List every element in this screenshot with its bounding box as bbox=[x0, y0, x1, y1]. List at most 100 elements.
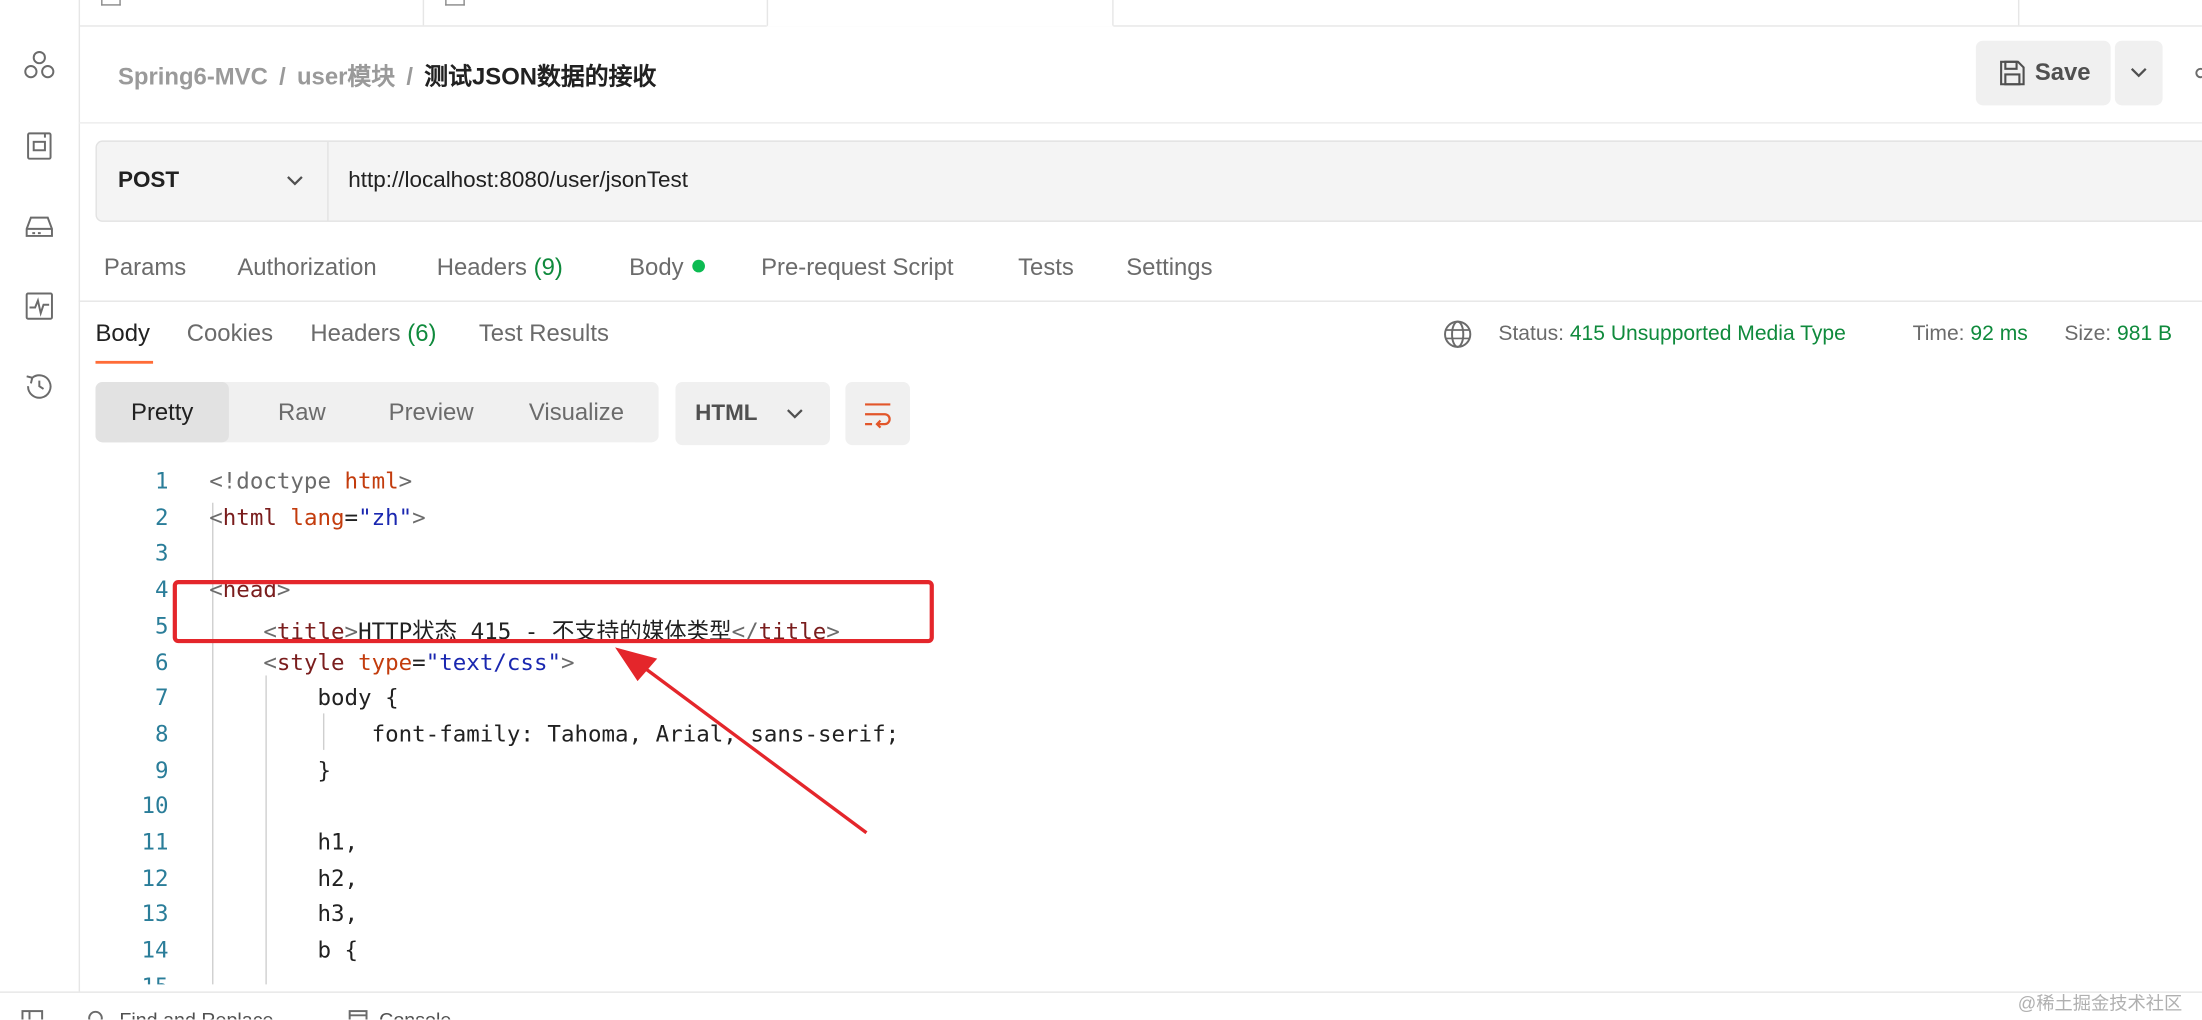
save-button[interactable]: Save bbox=[1975, 40, 2111, 106]
format-select[interactable]: HTML bbox=[675, 381, 830, 446]
line-number: 15 bbox=[84, 973, 168, 985]
code-line: 3 bbox=[84, 540, 1769, 576]
annotation-arrow bbox=[615, 647, 868, 835]
line-number: 3 bbox=[154, 539, 169, 567]
status-value: 415 Unsupported Media Type bbox=[1569, 321, 1846, 346]
view-pretty[interactable]: Pretty bbox=[95, 381, 229, 443]
tab-tests[interactable]: Tests bbox=[1018, 254, 1074, 282]
line-number: 10 bbox=[141, 792, 169, 820]
watermark: @稀土掘金技术社区 bbox=[2017, 992, 2183, 1014]
code-text: h3, bbox=[209, 900, 359, 928]
code-text: h2, bbox=[209, 864, 359, 892]
code-line: 15 bbox=[84, 973, 1769, 985]
environments-icon[interactable] bbox=[22, 129, 56, 163]
line-number: 14 bbox=[141, 936, 169, 964]
status-bar: Find and Replace Console bbox=[0, 991, 2202, 1020]
time-label: Time: bbox=[1912, 321, 1965, 346]
code-line: 14 b { bbox=[84, 937, 1769, 973]
view-visualize[interactable]: Visualize bbox=[511, 382, 642, 442]
tab-headers-count: (9) bbox=[533, 254, 563, 281]
share-icon[interactable] bbox=[2188, 62, 2202, 84]
breadcrumb: Spring6-MVC / user模块 / 测试JSON数据的接收 bbox=[118, 56, 656, 91]
mock-servers-icon[interactable] bbox=[22, 209, 56, 243]
toggle-sidebar-icon[interactable] bbox=[21, 1010, 44, 1020]
method-select[interactable]: POST bbox=[97, 141, 329, 221]
code-text: } bbox=[209, 756, 331, 784]
size-label: Size: bbox=[2064, 321, 2112, 346]
line-number: 2 bbox=[154, 503, 169, 531]
wrap-lines-icon bbox=[865, 403, 891, 429]
header-divider bbox=[78, 122, 2202, 124]
body-indicator-dot bbox=[691, 259, 705, 273]
request-title[interactable]: 测试JSON数据的接收 bbox=[424, 63, 656, 90]
tab-params[interactable]: Params bbox=[104, 254, 186, 282]
code-text: b { bbox=[209, 936, 359, 964]
status-readout[interactable]: Status: 415 Unsupported Media Type bbox=[1498, 322, 1845, 346]
active-tab-underline bbox=[95, 360, 154, 364]
line-number: 5 bbox=[154, 611, 169, 639]
find-replace-button[interactable]: Find and Replace bbox=[119, 1008, 273, 1019]
line-number: 11 bbox=[141, 828, 169, 856]
size-readout[interactable]: Size: 981 B bbox=[2064, 322, 2172, 346]
code-text: h1, bbox=[209, 828, 359, 856]
save-icon bbox=[2000, 60, 2025, 86]
tab-body[interactable]: Body bbox=[629, 254, 705, 282]
left-sidebar bbox=[0, 0, 81, 992]
wrap-lines-button[interactable] bbox=[845, 381, 910, 446]
method-value: POST bbox=[117, 168, 180, 193]
line-number: 1 bbox=[154, 467, 169, 495]
line-number: 6 bbox=[154, 648, 169, 675]
history-icon[interactable] bbox=[22, 369, 56, 403]
request-tab-strip bbox=[78, 0, 2202, 27]
tab-icon bbox=[445, 0, 465, 6]
save-options-button[interactable] bbox=[2114, 40, 2163, 106]
tab-headers-label: Headers bbox=[436, 254, 527, 281]
tab-icon bbox=[101, 0, 121, 6]
line-number: 9 bbox=[154, 756, 169, 784]
url-input[interactable] bbox=[328, 141, 2174, 221]
tab-authorization[interactable]: Authorization bbox=[237, 254, 376, 282]
response-tab-headers[interactable]: Headers (6) bbox=[310, 320, 436, 348]
open-tab[interactable] bbox=[2018, 0, 2202, 26]
status-label: Status: bbox=[1498, 321, 1564, 346]
open-tab[interactable] bbox=[423, 0, 769, 26]
url-bar: POST bbox=[95, 140, 2202, 222]
tab-pre-request-script[interactable]: Pre-request Script bbox=[761, 254, 953, 282]
code-text: body { bbox=[209, 684, 399, 711]
chevron-down-icon bbox=[787, 409, 803, 419]
response-tab-cookies[interactable]: Cookies bbox=[187, 320, 273, 348]
tab-headers[interactable]: Headers (9) bbox=[437, 254, 563, 282]
globe-icon[interactable] bbox=[1442, 319, 1473, 350]
chevron-down-icon bbox=[287, 176, 303, 186]
code-line: 2 <html lang="zh"> bbox=[84, 504, 1769, 540]
tab-settings[interactable]: Settings bbox=[1126, 254, 1212, 282]
line-number: 12 bbox=[141, 864, 169, 892]
monitors-icon[interactable] bbox=[22, 289, 56, 323]
open-tab[interactable] bbox=[1111, 0, 2020, 26]
line-number: 7 bbox=[154, 684, 169, 711]
breadcrumb-collection[interactable]: Spring6-MVC bbox=[118, 63, 268, 90]
response-tab-test-results[interactable]: Test Results bbox=[479, 320, 609, 348]
code-line: 9 } bbox=[84, 756, 1769, 792]
time-readout[interactable]: Time: 92 ms bbox=[1913, 322, 2028, 346]
code-text: <style type="text/css"> bbox=[263, 648, 575, 675]
request-tabs-divider bbox=[78, 300, 2202, 302]
breadcrumb-folder[interactable]: user模块 bbox=[297, 63, 395, 90]
response-tab-body[interactable]: Body bbox=[95, 320, 149, 348]
view-preview[interactable]: Preview bbox=[361, 382, 501, 442]
console-button[interactable]: Console bbox=[379, 1008, 451, 1019]
apis-icon[interactable] bbox=[22, 49, 56, 83]
code-line: 13 h3, bbox=[84, 901, 1769, 937]
open-tab-active[interactable] bbox=[766, 0, 1114, 27]
tab-body-label: Body bbox=[629, 254, 684, 281]
open-tab[interactable] bbox=[79, 0, 425, 26]
view-mode-toggle: Pretty Raw Preview Visualize bbox=[95, 381, 659, 443]
code-line: 10 bbox=[84, 792, 1769, 828]
save-label: Save bbox=[2034, 58, 2091, 86]
response-body-editor[interactable]: 1 <!doctype html> 2 <html lang="zh"> 3 4 <head… bbox=[84, 468, 1769, 985]
view-raw[interactable]: Raw bbox=[243, 382, 361, 442]
code-text: <html lang="zh"> bbox=[209, 503, 426, 531]
code-line: 6 <style type="text/css"> bbox=[84, 648, 1769, 684]
size-value: 981 B bbox=[2117, 321, 2173, 346]
code-line: 8 font-family: Tahoma, Arial, sans-serif… bbox=[84, 720, 1769, 756]
